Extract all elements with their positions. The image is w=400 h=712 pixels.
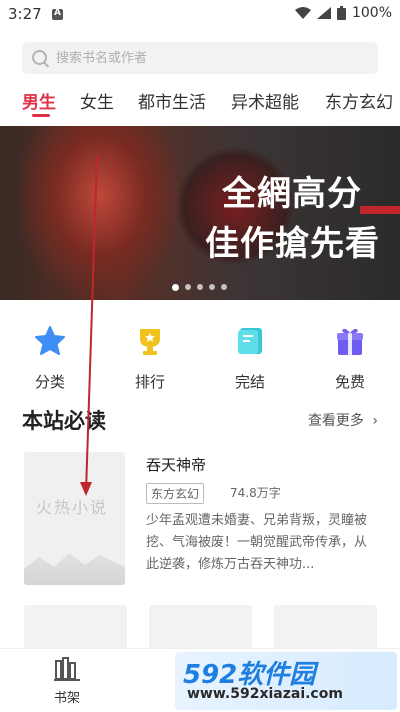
tab-supernatural[interactable]: 异术超能 [231, 88, 299, 113]
tab-urban-life[interactable]: 都市生活 [138, 88, 206, 113]
banner-headline: 全網高分 [222, 174, 362, 214]
status-time: 3:27 [8, 5, 42, 23]
search-input[interactable] [56, 42, 356, 74]
cover-placeholder-art [24, 553, 125, 585]
shortcut-ranking[interactable]: 排行 [118, 325, 182, 392]
shortcut-label: 排行 [134, 373, 165, 391]
tab-eastern-fantasy[interactable]: 东方玄幻 [325, 88, 393, 113]
chevron-right-icon: › [372, 413, 378, 429]
nav-bookshelf[interactable]: 书架 [48, 657, 86, 706]
wifi-icon [294, 7, 311, 19]
shortcut-category[interactable]: 分类 [18, 325, 82, 392]
search-bar[interactable] [22, 42, 378, 74]
pagination-dot[interactable] [209, 284, 215, 290]
search-icon [32, 50, 47, 65]
banner-accent-bar [360, 206, 400, 214]
shortcut-label: 完结 [234, 373, 265, 391]
book-card[interactable]: 火热小说 吞天神帝 东方玄幻 74.8万字 少年孟观遭未婚妻、兄弟背叛，灵瞳被挖… [22, 452, 378, 587]
shortcut-free[interactable]: 免费 [318, 325, 382, 392]
promo-banner[interactable]: 全網高分 佳作搶先看 [0, 126, 400, 300]
book-word-count: 74.8万字 [230, 486, 281, 500]
trophy-icon [140, 329, 160, 355]
book-icon [238, 328, 262, 354]
pagination-dot[interactable] [221, 284, 227, 290]
book-description: 少年孟观遭未婚妻、兄弟背叛，灵瞳被挖、气海被废！一朝觉醒武帝传承，从此逆袭，修炼… [146, 513, 368, 572]
category-shortcuts: 分类 排行 完结 免费 [0, 325, 400, 395]
notification-icon [52, 8, 63, 20]
see-more-label: 查看更多 [307, 413, 364, 429]
signal-icon [316, 7, 331, 19]
shortcut-label: 免费 [334, 373, 365, 391]
pagination-dot[interactable] [172, 284, 179, 291]
shortcut-completed[interactable]: 完结 [218, 325, 282, 392]
section-title: 本站必读 [22, 409, 106, 433]
star-icon [35, 326, 65, 355]
tab-female[interactable]: 女生 [80, 88, 114, 113]
status-right: 100% [294, 5, 392, 21]
book-genre-tag: 东方玄幻 [146, 483, 205, 504]
pagination-dot[interactable] [185, 284, 191, 290]
banner-warrior-art [20, 126, 180, 300]
see-more-link[interactable]: 查看更多 › [308, 410, 378, 430]
banner-subheadline: 佳作搶先看 [205, 224, 380, 264]
category-tabs: 男生 女生 都市生活 异术超能 东方玄幻 [0, 86, 400, 118]
tab-indicator [32, 114, 50, 117]
battery-icon [336, 6, 346, 20]
battery-percent: 100% [351, 5, 392, 21]
status-bar: 3:27 100% [0, 0, 400, 30]
watermark-url: www.592xiazai.com [187, 686, 343, 702]
pagination-dot[interactable] [197, 284, 203, 290]
banner-pagination [172, 284, 227, 291]
book-cover[interactable]: 火热小说 [24, 452, 125, 585]
cover-placeholder-text: 火热小说 [36, 498, 109, 517]
book-title[interactable]: 吞天神帝 [146, 454, 206, 475]
tab-male[interactable]: 男生 [22, 88, 56, 113]
bookshelf-icon [54, 657, 80, 681]
shortcut-label: 分类 [34, 373, 65, 391]
gift-icon [337, 328, 363, 355]
nav-bookshelf-label: 书架 [53, 691, 80, 706]
site-watermark: 592软件园 www.592xiazai.com [175, 652, 397, 710]
